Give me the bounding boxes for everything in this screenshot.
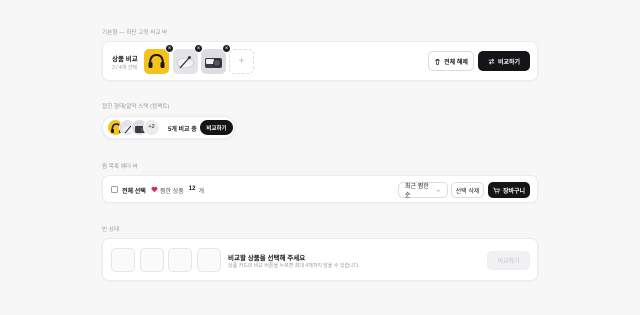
sort-select[interactable]: 최근 찜한 순	[398, 182, 448, 199]
section-label-wishlist: 찜 목록 헤더 바	[102, 164, 138, 170]
empty-slot	[168, 248, 192, 272]
select-all-checkbox[interactable]	[111, 186, 118, 193]
chevron-down-icon	[437, 189, 441, 192]
section-label-empty: 빈 상태	[102, 227, 120, 233]
section-label-basic: 기본형 — 하단 고정 비교 바	[102, 30, 168, 36]
sort-selected-label: 최근 찜한 순	[405, 184, 429, 199]
trash-icon	[435, 58, 440, 65]
add-slot-button[interactable]: +	[229, 49, 254, 74]
compare-arrows-icon	[488, 57, 495, 65]
clear-all-button[interactable]: 전체 해제	[428, 51, 474, 71]
compare-bar-title: 상품 비교	[112, 56, 138, 63]
compare-bar-count: 3 / 4개 선택	[112, 65, 137, 71]
compare-label: 비교하기	[497, 59, 521, 66]
wishlist-header-bar: 전체 선택 찜한 상품 12 개 최근 찜한 순 선택 삭제 장바구니	[102, 175, 538, 203]
compact-compare-button[interactable]: 비교하기	[200, 120, 233, 135]
clear-all-label: 전체 해제	[444, 59, 468, 66]
compare-button[interactable]: 비교하기	[478, 51, 530, 71]
wishlist-count-prefix: 찜한 상품	[160, 189, 184, 195]
empty-slot	[111, 248, 135, 272]
cart-label: 장바구니	[502, 188, 526, 195]
delete-selected-button[interactable]: 선택 삭제	[451, 182, 484, 198]
compact-summary: 5개 비교 중	[168, 127, 197, 133]
wishlist-count: 찜한 상품 12 개	[160, 186, 204, 195]
section-label-compact: 접힌 형태(알약 스택 (컴팩트)	[102, 104, 170, 110]
empty-compare-bar: 비교할 상품을 선택해 주세요 상품 카드의 비교 버튼을 누르면 최대 4개까…	[102, 238, 538, 281]
compare-button-disabled[interactable]: 비교하기	[487, 251, 530, 270]
wishlist-count-value: 12	[188, 186, 196, 192]
headphones-image	[144, 49, 169, 74]
empty-title: 비교할 상품을 선택해 주세요	[228, 255, 306, 262]
heart-icon	[151, 186, 158, 193]
select-all-label[interactable]: 전체 선택	[122, 186, 146, 195]
compact-compare-pill: +2 5개 비교 중 비교하기	[102, 116, 235, 139]
camera-image	[201, 49, 226, 74]
cart-button[interactable]: 장바구니	[488, 182, 530, 198]
more-count-badge: +2	[143, 119, 160, 136]
turntable-image	[173, 49, 198, 74]
empty-slot	[197, 248, 221, 272]
empty-slot	[140, 248, 164, 272]
compare-bar: 상품 비교 3 / 4개 선택 × × × + 전체 해제 비교하기	[102, 41, 538, 81]
compare-thumb-camera[interactable]: ×	[201, 44, 231, 74]
wishlist-count-suffix: 개	[198, 189, 204, 195]
compare-thumb-headphones[interactable]: ×	[144, 44, 174, 74]
compare-thumb-turntable[interactable]: ×	[173, 44, 203, 74]
empty-description: 상품 카드의 비교 버튼을 누르면 최대 4개까지 담을 수 있습니다.	[228, 263, 360, 269]
cart-icon	[493, 187, 500, 194]
